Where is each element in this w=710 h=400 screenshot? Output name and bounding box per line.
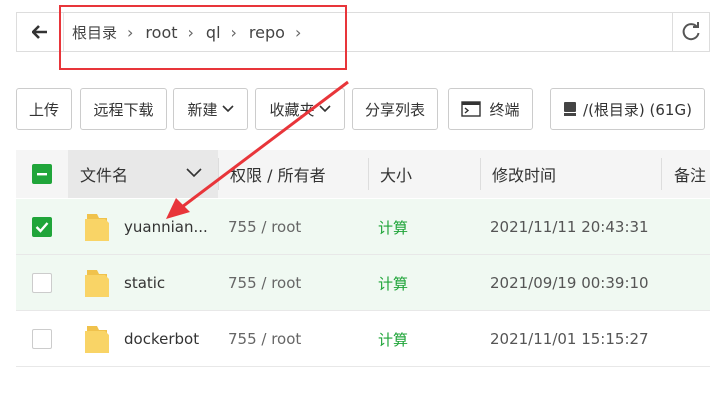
file-permission-label: 755 / root xyxy=(228,330,302,348)
back-button[interactable] xyxy=(17,13,64,51)
file-mtime-label: 2021/11/01 15:15:27 xyxy=(490,330,649,348)
calculate-size-label: 计算 xyxy=(378,330,409,349)
header-mtime[interactable]: 修改时间 xyxy=(492,150,556,198)
hard-disk-icon xyxy=(564,102,577,116)
header-filename[interactable]: 文件名 xyxy=(80,150,128,198)
calculate-size-label: 计算 xyxy=(378,274,409,293)
remote-download-label: 远程下载 xyxy=(93,100,154,119)
new-label: 新建 xyxy=(187,100,218,119)
chevron-down-icon xyxy=(221,105,234,113)
file-permission-label: 755 / root xyxy=(228,274,302,292)
favorites-label: 收藏夹 xyxy=(269,100,315,119)
header-note-label: 备注 xyxy=(674,166,707,185)
file-name-label: dockerbot xyxy=(124,330,200,348)
disk-label: /(根目录) (61G) xyxy=(583,100,692,119)
file-permission-label: 755 / root xyxy=(228,218,302,236)
file-permission[interactable]: 755 / root xyxy=(228,255,301,311)
file-name[interactable]: static xyxy=(124,255,165,311)
terminal-icon xyxy=(461,101,482,117)
header-size[interactable]: 大小 xyxy=(380,150,412,198)
column-divider xyxy=(480,158,481,190)
calculate-size-link[interactable]: 计算 xyxy=(378,255,408,311)
file-name[interactable]: yuannian... xyxy=(124,199,208,255)
folder-icon xyxy=(85,270,109,297)
highlight-box xyxy=(59,5,347,70)
upload-button[interactable]: 上传 xyxy=(16,88,72,130)
header-permission[interactable]: 权限 / 所有者 xyxy=(230,150,326,198)
file-permission[interactable]: 755 / root xyxy=(228,311,301,367)
chevron-down-icon xyxy=(318,105,331,113)
file-mtime: 2021/11/11 20:43:31 xyxy=(490,199,649,255)
table-row[interactable]: dockerbot 755 / root 计算 2021/11/01 15:15… xyxy=(16,311,710,367)
file-name-label: yuannian... xyxy=(124,218,208,236)
select-all-checkbox[interactable] xyxy=(32,164,52,184)
header-note[interactable]: 备注 xyxy=(674,150,706,198)
file-mtime: 2021/09/19 00:39:10 xyxy=(490,255,649,311)
terminal-label: 终端 xyxy=(489,100,520,119)
folder-icon xyxy=(85,214,109,241)
calculate-size-link[interactable]: 计算 xyxy=(378,199,408,255)
file-mtime-label: 2021/09/19 00:39:10 xyxy=(490,274,649,292)
table-row[interactable]: static 755 / root 计算 2021/09/19 00:39:10 xyxy=(16,255,710,311)
row-checkbox[interactable] xyxy=(32,217,52,237)
refresh-icon xyxy=(682,22,700,41)
column-divider xyxy=(218,158,219,190)
calculate-size-link[interactable]: 计算 xyxy=(378,311,408,367)
upload-label: 上传 xyxy=(28,100,59,119)
minus-icon xyxy=(37,173,47,176)
file-table-header: 文件名 权限 / 所有者 大小 修改时间 备注 xyxy=(16,150,710,198)
row-checkbox[interactable] xyxy=(32,329,52,349)
header-permission-label: 权限 / 所有者 xyxy=(230,166,326,185)
check-icon xyxy=(35,222,49,233)
share-list-button[interactable]: 分享列表 xyxy=(352,88,438,130)
calculate-size-label: 计算 xyxy=(378,218,409,237)
file-mtime-label: 2021/11/11 20:43:31 xyxy=(490,218,649,236)
row-checkbox[interactable] xyxy=(32,273,52,293)
disk-button[interactable]: /(根目录) (61G) xyxy=(550,88,705,130)
new-button[interactable]: 新建 xyxy=(173,88,248,130)
file-name-label: static xyxy=(124,274,166,292)
file-name[interactable]: dockerbot xyxy=(124,311,199,367)
favorites-button[interactable]: 收藏夹 xyxy=(255,88,345,130)
share-list-label: 分享列表 xyxy=(364,100,425,119)
file-mtime: 2021/11/01 15:15:27 xyxy=(490,311,649,367)
file-permission[interactable]: 755 / root xyxy=(228,199,301,255)
chevron-down-icon[interactable] xyxy=(186,168,202,178)
folder-icon xyxy=(85,326,109,353)
back-arrow-icon xyxy=(32,25,47,39)
header-size-label: 大小 xyxy=(380,166,413,185)
header-filename-label: 文件名 xyxy=(80,166,129,185)
refresh-button[interactable] xyxy=(672,13,709,51)
header-mtime-label: 修改时间 xyxy=(492,166,557,185)
column-divider xyxy=(368,158,369,190)
remote-download-button[interactable]: 远程下载 xyxy=(80,88,167,130)
column-divider xyxy=(661,158,662,190)
terminal-button[interactable]: 终端 xyxy=(448,88,533,130)
table-row[interactable]: yuannian... 755 / root 计算 2021/11/11 20:… xyxy=(16,199,710,255)
